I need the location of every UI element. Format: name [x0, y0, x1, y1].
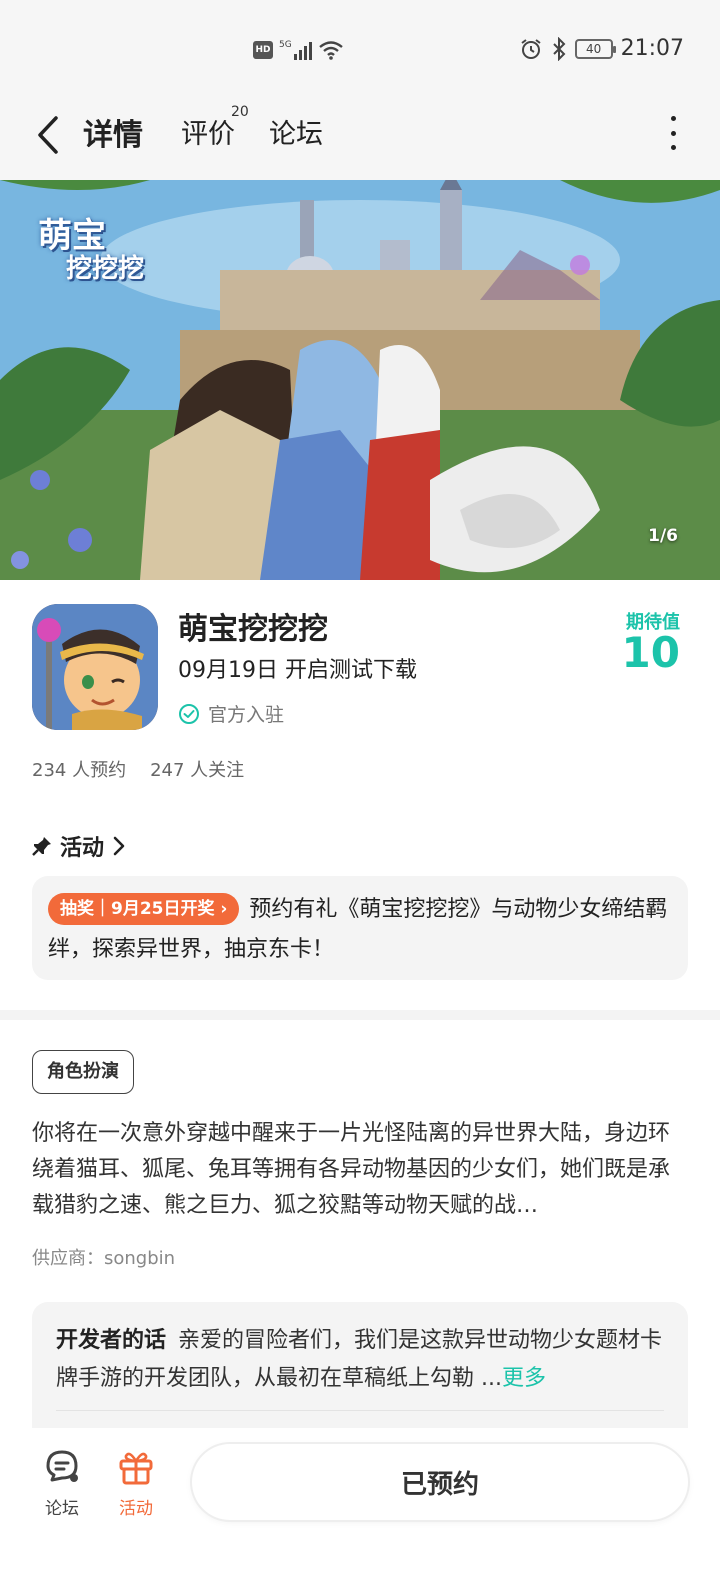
verified-check-icon — [179, 703, 199, 724]
forum-chat-icon — [46, 1450, 78, 1482]
back-arrow-icon — [38, 116, 58, 154]
expectation-value: 10 — [621, 628, 680, 677]
gift-icon — [119, 1452, 153, 1485]
battery-icon: 40 — [574, 38, 616, 59]
wifi-icon — [318, 41, 343, 60]
more-dot-icon — [670, 145, 676, 150]
alarm-icon — [520, 38, 541, 59]
tab-review[interactable]: 评价 20 — [181, 104, 249, 151]
activity-card[interactable]: 抽奖｜9月25日开奖 › 预约有礼《萌宝挖挖挖》与动物少女缔结羁绊，探索异世界，抽… — [32, 876, 688, 980]
status-right: 40 21:07 — [519, 36, 684, 61]
developer-more-link[interactable]: 更多 — [502, 1366, 546, 1391]
tab-detail-label: 详情 — [83, 118, 143, 153]
banner-page-indicator: 1/6 — [648, 526, 678, 546]
activity-header-label: 活动 — [60, 836, 105, 861]
genre-tag[interactable]: 角色扮演 — [32, 1050, 134, 1094]
official-label: 官方入驻 — [208, 704, 285, 726]
banner-logo-line2: 挖挖挖 — [66, 254, 145, 285]
developer-card-divider — [56, 1410, 664, 1411]
bottom-activity-button[interactable]: 活动 — [106, 1448, 166, 1519]
back-button[interactable] — [28, 110, 68, 160]
bluetooth-icon — [552, 36, 566, 61]
pin-icon — [32, 837, 51, 856]
tab-forum-label: 论坛 — [269, 119, 323, 150]
lottery-badge: 抽奖｜9月25日开奖 › — [48, 893, 240, 925]
app-icon — [32, 604, 158, 730]
review-count-badge: 20 — [231, 104, 249, 120]
more-dot-icon — [670, 116, 676, 121]
app-name: 萌宝挖挖挖 — [178, 612, 328, 647]
release-info: 09月19日 开启测试下载 — [178, 658, 417, 683]
developer-title: 开发者的话 — [56, 1328, 167, 1353]
bottom-forum-label: 论坛 — [45, 1499, 79, 1519]
status-time: 21:07 — [620, 36, 684, 61]
network-type-label: 5G — [279, 40, 292, 50]
section-divider — [0, 1010, 720, 1020]
tab-review-label: 评价 — [181, 119, 235, 150]
more-options-button[interactable] — [666, 116, 680, 150]
app-stats: 234 人预约 247 人关注 — [32, 756, 244, 782]
status-indicators: HD 5G — [253, 40, 344, 60]
more-dot-icon — [670, 130, 676, 136]
cellular-signal-icon: 5G — [279, 40, 312, 60]
tab-forum[interactable]: 论坛 — [269, 112, 323, 151]
banner-game-logo: 萌宝 挖挖挖 — [38, 216, 145, 285]
bottom-forum-button[interactable]: 论坛 — [32, 1448, 92, 1519]
bottom-action-bar: 论坛 活动 已预约 — [0, 1428, 720, 1584]
bottom-activity-label: 活动 — [119, 1499, 153, 1519]
game-description[interactable]: 你将在一次意外穿越中醒来于一片光怪陆离的异世界大陆，身边环绕着猫耳、狐尾、兔耳等… — [32, 1116, 682, 1224]
supplier-info: 供应商：songbin — [32, 1248, 176, 1269]
tab-detail[interactable]: 详情 — [79, 110, 147, 154]
official-badge: 官方入驻 — [178, 700, 284, 727]
banner-logo-line1: 萌宝 — [38, 216, 106, 256]
status-bar: HD 5G 40 21:07 — [0, 0, 720, 100]
reservation-count: 234 人预约 — [32, 760, 127, 781]
app-icon-art — [32, 604, 158, 730]
hd-badge: HD — [253, 41, 273, 59]
banner-carousel[interactable]: 萌宝 挖挖挖 1/6 — [0, 180, 720, 580]
reserved-button[interactable]: 已预约 — [192, 1444, 688, 1520]
chevron-right-icon — [113, 836, 125, 856]
top-nav: 详情 评价 20 论坛 — [0, 100, 720, 180]
activity-section-header[interactable]: 活动 — [32, 830, 126, 862]
follower-count: 247 人关注 — [150, 760, 245, 781]
